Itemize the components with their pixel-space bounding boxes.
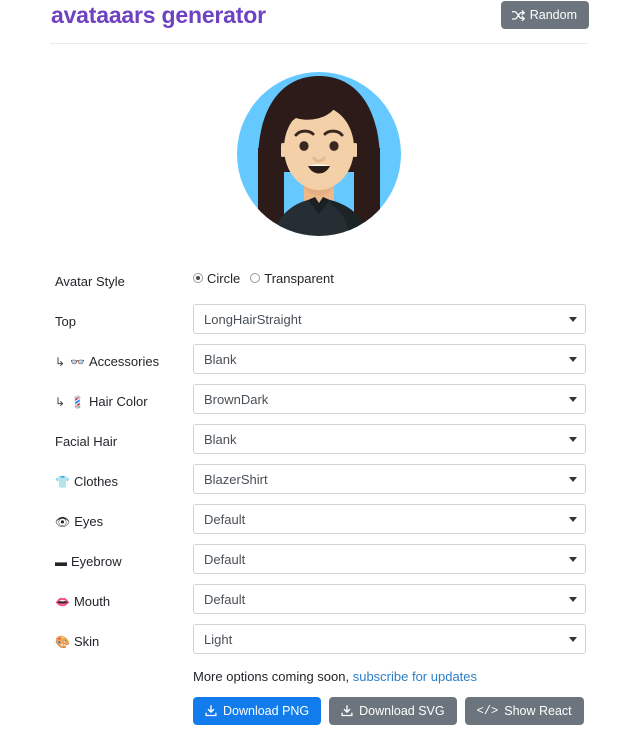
label-mouth-text: Mouth — [73, 594, 111, 609]
chevron-down-icon — [569, 557, 577, 562]
select-mouth[interactable]: Default — [193, 584, 586, 614]
label-hair-color: ↳ 💈 Hair Color — [55, 394, 148, 410]
chevron-down-icon — [569, 437, 577, 442]
select-hair-color[interactable]: BrownDark — [193, 384, 586, 414]
chevron-down-icon — [569, 317, 577, 322]
avatar-image — [236, 72, 401, 236]
select-clothes-value: BlazerShirt — [204, 471, 268, 487]
label-skin: 🎨 Skin — [55, 634, 99, 650]
sub-option-arrow-icon: ↳ — [55, 355, 66, 369]
row-hair-color: ↳ 💈 Hair Color BrownDark — [0, 382, 637, 422]
download-svg-button[interactable]: Download SVG — [329, 697, 457, 725]
select-clothes[interactable]: BlazerShirt — [193, 464, 586, 494]
row-avatar-style: Avatar Style Circle Transparent — [0, 262, 637, 302]
barber-pole-icon: 💈 — [70, 395, 86, 409]
select-facial-hair[interactable]: Blank — [193, 424, 586, 454]
label-mouth: 👄 Mouth — [55, 594, 110, 610]
label-facial-hair-text: Facial Hair — [55, 434, 118, 449]
label-accessories: ↳ 👓 Accessories — [55, 354, 159, 370]
random-button-label: Random — [529, 8, 577, 22]
label-hair-color-text: Hair Color — [89, 394, 148, 409]
select-top-value: LongHairStraight — [204, 311, 302, 327]
header-divider — [50, 43, 587, 44]
select-accessories[interactable]: Blank — [193, 344, 586, 374]
label-avatar-style-text: Avatar Style — [55, 274, 125, 289]
select-eyes-value: Default — [204, 511, 246, 527]
label-eyes: 👁 Eyes — [55, 514, 103, 530]
footer-note-text: More options coming soon, — [193, 669, 350, 684]
select-skin[interactable]: Light — [193, 624, 586, 654]
radio-transparent-label: Transparent — [264, 270, 334, 286]
select-eyebrow-value: Default — [204, 551, 246, 567]
select-mouth-value: Default — [204, 591, 246, 607]
row-top: Top LongHairStraight — [0, 302, 637, 342]
palette-icon: 🎨 — [55, 635, 70, 649]
radio-circle[interactable]: Circle — [193, 271, 240, 286]
chevron-down-icon — [569, 637, 577, 642]
select-eyebrow[interactable]: Default — [193, 544, 586, 574]
subscribe-link[interactable]: subscribe for updates — [353, 669, 477, 684]
code-icon: </> — [476, 704, 499, 718]
radio-transparent-indicator[interactable] — [250, 273, 261, 283]
eyebrow-icon: ▬ — [55, 555, 67, 569]
radio-transparent[interactable]: Transparent — [250, 271, 334, 286]
row-eyes: 👁 Eyes Default — [0, 502, 637, 542]
page-title: avataaars generator — [51, 2, 266, 28]
avatar-options-form: Avatar Style Circle Transparent Top Long… — [0, 262, 637, 662]
radio-circle-indicator[interactable] — [193, 273, 203, 283]
download-icon — [341, 705, 353, 717]
shuffle-icon — [511, 9, 525, 21]
label-avatar-style: Avatar Style — [55, 274, 125, 290]
tshirt-icon: 👕 — [55, 475, 70, 489]
show-react-label: Show React — [504, 704, 572, 718]
row-skin: 🎨 Skin Light — [0, 622, 637, 662]
avatar-preview[interactable] — [0, 62, 637, 247]
download-png-button[interactable]: Download PNG — [193, 697, 322, 725]
label-facial-hair: Facial Hair — [55, 434, 117, 450]
chevron-down-icon — [569, 597, 577, 602]
avataaars-generator-page: avataaars generator Random Avatar Style … — [0, 0, 637, 733]
select-facial-hair-value: Blank — [204, 431, 237, 447]
eye-icon: 👁 — [55, 515, 71, 529]
select-eyes[interactable]: Default — [193, 504, 586, 534]
row-clothes: 👕 Clothes BlazerShirt — [0, 462, 637, 502]
show-react-button[interactable]: </> Show React — [464, 697, 584, 725]
chevron-down-icon — [569, 517, 577, 522]
sub-option-arrow-icon: ↳ — [55, 395, 66, 409]
label-top: Top — [55, 314, 76, 330]
label-eyebrow: ▬ Eyebrow — [55, 554, 122, 570]
mouth-icon: 👄 — [55, 595, 70, 609]
chevron-down-icon — [569, 357, 577, 362]
label-clothes-text: Clothes — [73, 474, 119, 489]
download-png-label: Download PNG — [223, 704, 310, 718]
select-accessories-value: Blank — [204, 351, 237, 367]
select-skin-value: Light — [204, 631, 233, 647]
label-skin-text: Skin — [73, 634, 100, 649]
label-accessories-text: Accessories — [89, 354, 160, 369]
action-button-row: Download PNG Download SVG </> Show React — [193, 697, 584, 725]
chevron-down-icon — [569, 397, 577, 402]
glasses-icon: 👓 — [70, 355, 86, 369]
label-eyebrow-text: Eyebrow — [71, 554, 122, 569]
row-facial-hair: Facial Hair Blank — [0, 422, 637, 462]
select-top[interactable]: LongHairStraight — [193, 304, 586, 334]
row-accessories: ↳ 👓 Accessories Blank — [0, 342, 637, 382]
page-header: avataaars generator Random — [0, 0, 637, 46]
row-mouth: 👄 Mouth Default — [0, 582, 637, 622]
select-hair-color-value: BrownDark — [204, 391, 269, 407]
footer-note: More options coming soon, subscribe for … — [193, 669, 477, 685]
random-button[interactable]: Random — [500, 1, 589, 29]
chevron-down-icon — [569, 477, 577, 482]
radio-circle-label: Circle — [207, 270, 241, 286]
label-eyes-text: Eyes — [74, 514, 104, 529]
label-clothes: 👕 Clothes — [55, 474, 118, 490]
label-top-text: Top — [55, 314, 76, 329]
avatar-style-radio-group: Circle Transparent — [193, 268, 586, 288]
download-icon — [205, 705, 217, 717]
row-eyebrow: ▬ Eyebrow Default — [0, 542, 637, 582]
download-svg-label: Download SVG — [359, 704, 445, 718]
